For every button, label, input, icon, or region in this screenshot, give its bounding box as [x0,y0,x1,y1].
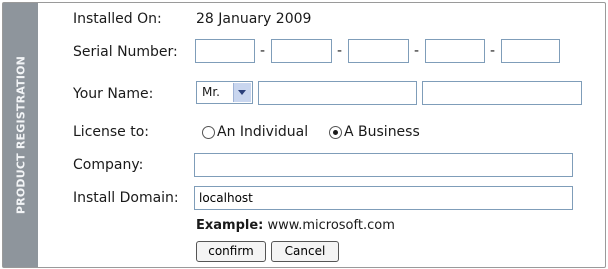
license-individual-label[interactable]: An Individual [217,124,308,140]
license-business-radio[interactable] [329,126,342,139]
company-label: Company: [73,157,144,173]
domain-example: Example: www.microsoft.com [196,218,395,233]
example-prefix: Example: [196,218,264,233]
your-name-label: Your Name: [73,86,154,102]
install-domain-label: Install Domain: [73,190,179,206]
installed-on-value: 28 January 2009 [196,11,312,27]
serial-separator: - [490,43,496,59]
chevron-down-icon[interactable] [233,83,251,102]
title-select-value: Mr. [202,85,220,99]
serial-segment-3[interactable] [348,39,409,63]
serial-segment-2[interactable] [271,39,332,63]
serial-number-label: Serial Number: [73,44,178,60]
license-individual-radio[interactable] [202,126,215,139]
serial-segment-4[interactable] [425,39,485,63]
sidebar-label: PRODUCT REGISTRATION [14,55,27,215]
cancel-button[interactable]: Cancel [271,241,339,262]
first-name-input[interactable] [258,81,417,105]
install-domain-input[interactable] [194,186,573,210]
license-business-label[interactable]: A Business [344,124,420,140]
last-name-input[interactable] [422,81,582,105]
installed-on-label: Installed On: [73,11,162,27]
sidebar: PRODUCT REGISTRATION [3,3,38,267]
serial-segment-1[interactable] [195,39,255,63]
title-select[interactable]: Mr. [196,81,253,104]
serial-separator: - [414,43,420,59]
serial-separator: - [260,43,266,59]
company-input[interactable] [194,153,573,177]
confirm-button[interactable]: confirm [196,241,266,262]
serial-separator: - [337,43,343,59]
serial-segment-5[interactable] [501,39,560,63]
example-text: www.microsoft.com [267,218,395,233]
license-label: License to: [73,124,150,140]
